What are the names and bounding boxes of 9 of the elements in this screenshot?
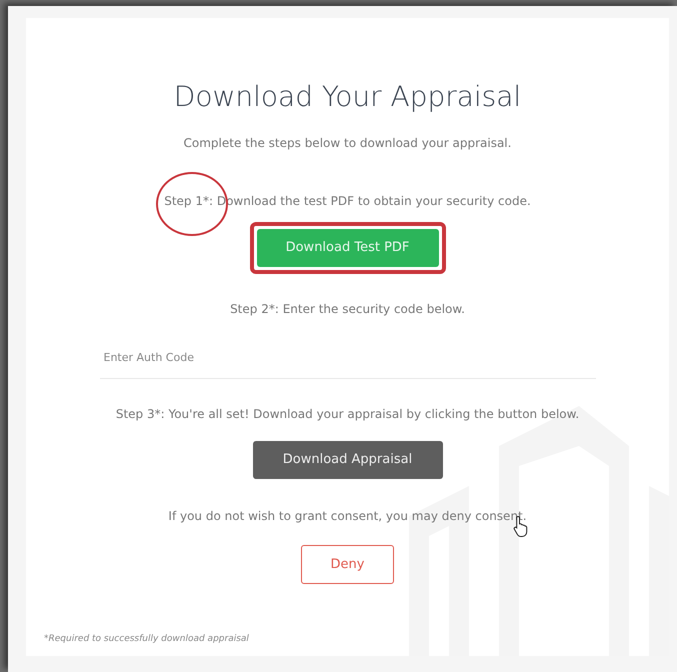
download-button[interactable]: Download Appraisal bbox=[252, 441, 442, 480]
step-instruction: Step 2*: Enter the security code below. bbox=[230, 302, 465, 316]
footnote: *Required to successfully download appraisal bbox=[44, 632, 249, 646]
consent-text: If you do not wish to grant consent, you may deny consent. bbox=[168, 507, 527, 526]
subtitle-text: Complete the steps below to download your appraisal. bbox=[182, 134, 512, 152]
step-instruction: Step 3*: You're all set! Download your appraisal by clicking the button below. bbox=[116, 407, 580, 422]
page-title: Download Your Appraisal bbox=[172, 80, 522, 114]
deny-button[interactable]: Deny bbox=[301, 545, 394, 584]
download-button[interactable]: Download Test PDF bbox=[256, 228, 438, 267]
